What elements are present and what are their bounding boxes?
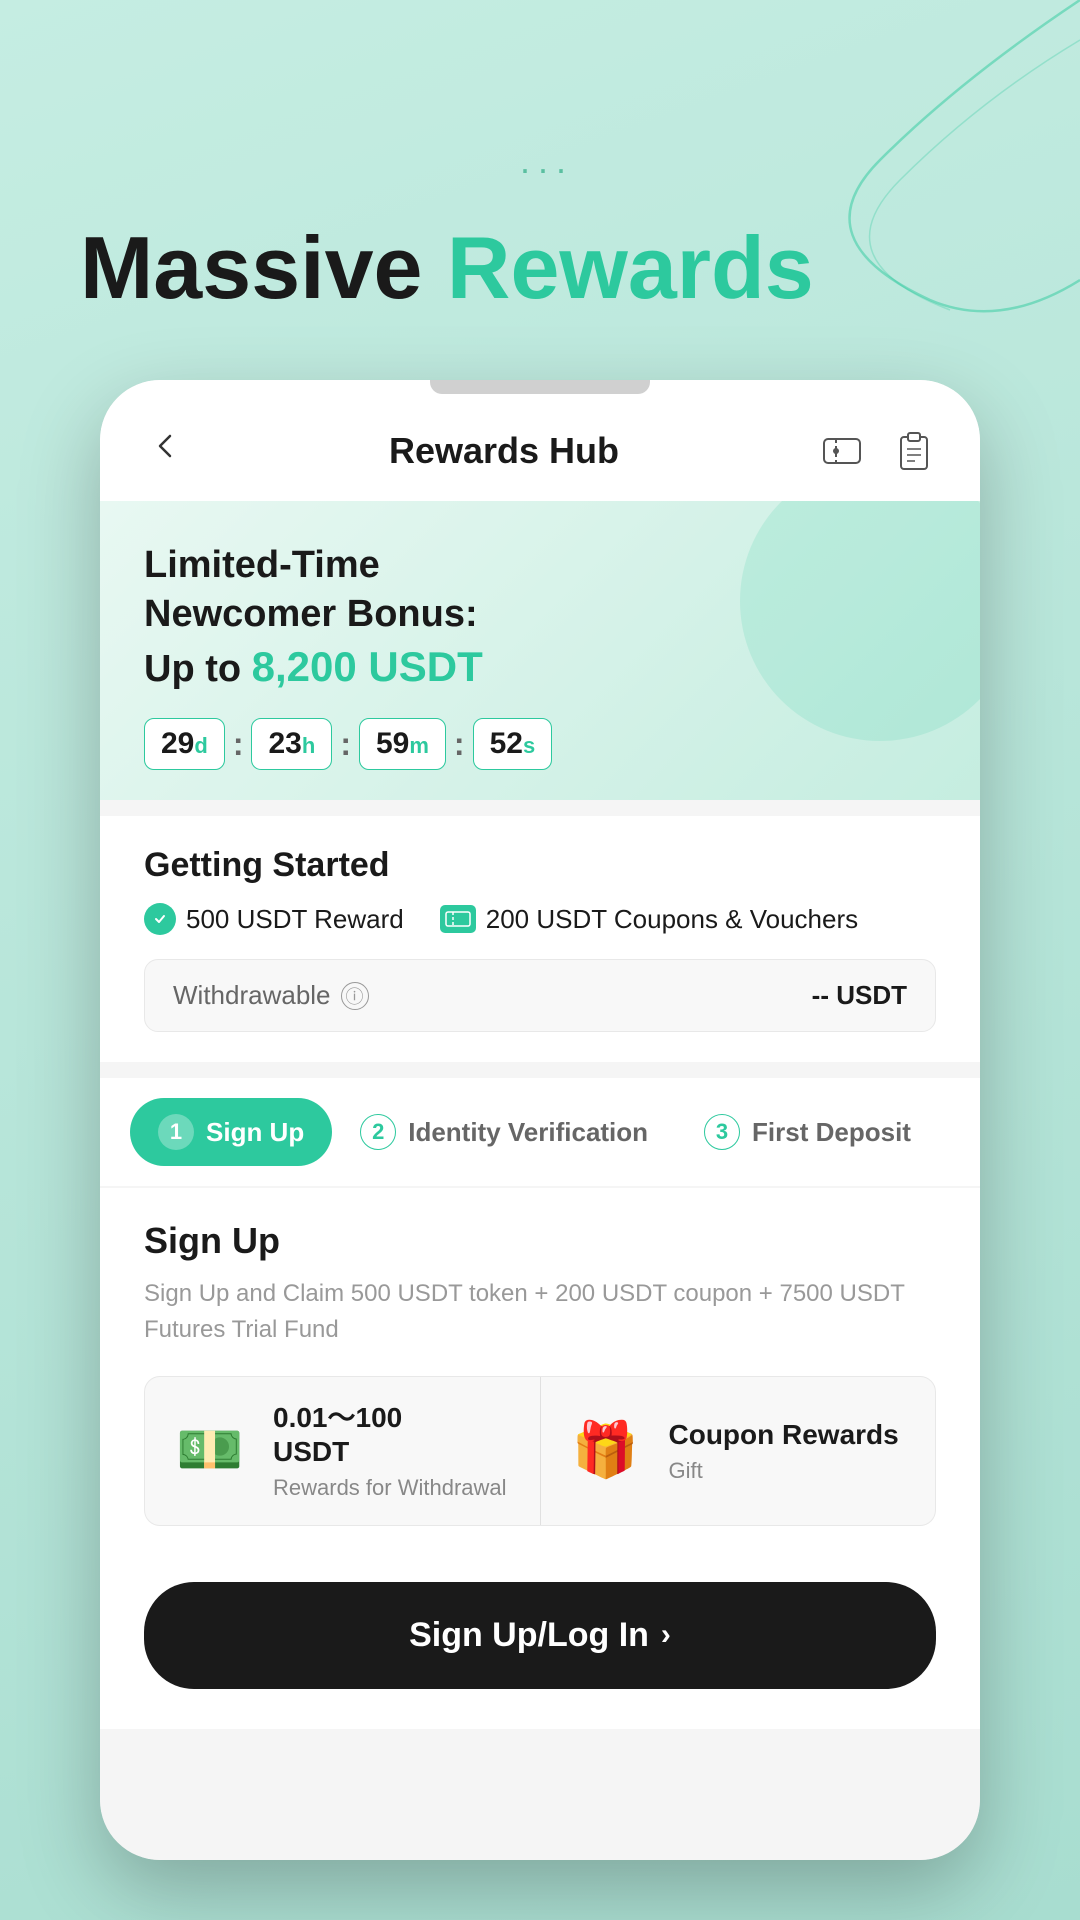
getting-started-section: Getting Started 500 USDT Reward (100, 816, 980, 1062)
countdown-seconds: 52s (473, 718, 553, 770)
banner-section: Limited-Time Newcomer Bonus: Up to 8,200… (100, 501, 980, 800)
headline: Massive Rewards (80, 220, 814, 317)
banner-amount: 8,200 USDT (252, 643, 483, 690)
header-title: Rewards Hub (389, 430, 619, 472)
step-number-3: 3 (704, 1114, 740, 1150)
reward-icon-card (440, 905, 476, 933)
rewards-row: 500 USDT Reward 200 USDT Coupons & Vouch… (144, 903, 936, 935)
banner-line2: Newcomer Bonus: (144, 593, 478, 635)
banner-line3-prefix: Up to (144, 648, 252, 690)
bottom-button-area: Sign Up/Log In › (100, 1558, 980, 1729)
reward-card-1: 💵 0.01～100USDT Rewards for Withdrawal (145, 1377, 541, 1524)
sign-up-login-button[interactable]: Sign Up/Log In › (144, 1582, 936, 1689)
colon1: : (233, 726, 244, 763)
banner-line1: Limited-Time (144, 544, 380, 586)
gift-icon: 🎁 (561, 1416, 651, 1486)
phone-frame: Rewards Hub (100, 380, 980, 1860)
countdown-days: 29d (144, 718, 225, 770)
coupon-icon[interactable] (816, 425, 868, 477)
step-tab-identity[interactable]: 2 Identity Verification (332, 1098, 676, 1166)
reward-card-2-title: Coupon Rewards (669, 1418, 899, 1452)
money-icon: 💵 (165, 1416, 255, 1486)
withdrawable-value: -- USDT (812, 980, 907, 1011)
reward-card-1-info: 0.01～100USDT Rewards for Withdrawal (273, 1401, 507, 1500)
withdrawable-label: Withdrawable ⓘ (173, 980, 369, 1011)
step-tab-deposit[interactable]: 3 First Deposit (676, 1098, 939, 1166)
step-label-2: Identity Verification (408, 1117, 648, 1148)
headline-part2: Rewards (447, 218, 814, 317)
reward-card-2: 🎁 Coupon Rewards Gift (541, 1377, 936, 1524)
reward-item-2: 200 USDT Coupons & Vouchers (440, 904, 858, 935)
info-icon[interactable]: ⓘ (341, 982, 369, 1010)
arrow-icon: › (661, 1618, 671, 1652)
countdown-minutes-box: 59m (359, 718, 446, 770)
step-label-3: First Deposit (752, 1117, 911, 1148)
phone-notch (430, 380, 650, 394)
steps-tabs: 1 Sign Up 2 Identity Verification 3 Firs… (100, 1078, 980, 1186)
countdown-seconds-box: 52s (473, 718, 553, 770)
rewards-cards: 💵 0.01～100USDT Rewards for Withdrawal 🎁 … (144, 1376, 936, 1525)
colon2: : (340, 726, 351, 763)
reward2-label: 200 USDT Coupons & Vouchers (486, 904, 858, 935)
reward-card-2-info: Coupon Rewards Gift (669, 1418, 899, 1484)
step-tab-signup[interactable]: 1 Sign Up (130, 1098, 332, 1166)
reward-card-2-sublabel: Gift (669, 1458, 899, 1484)
countdown-hours: 23h (251, 718, 332, 770)
dots-decoration: ... (520, 140, 574, 182)
signup-content: Sign Up Sign Up and Claim 500 USDT token… (100, 1188, 980, 1557)
signup-title: Sign Up (144, 1220, 936, 1262)
reward-card-1-amount: 0.01～100USDT (273, 1401, 507, 1468)
clipboard-icon[interactable] (888, 425, 940, 477)
countdown-minutes: 59m (359, 718, 446, 770)
reward-icon-green (144, 903, 176, 935)
countdown-days-box: 29d (144, 718, 225, 770)
reward1-label: 500 USDT Reward (186, 904, 404, 935)
colon3: : (454, 726, 465, 763)
headline-part1: Massive (80, 218, 447, 317)
step-number-1: 1 (158, 1114, 194, 1150)
signup-description: Sign Up and Claim 500 USDT token + 200 U… (144, 1276, 936, 1348)
app-header: Rewards Hub (100, 380, 980, 501)
reward-item-1: 500 USDT Reward (144, 903, 404, 935)
back-button[interactable] (140, 420, 192, 481)
reward-card-1-sublabel: Rewards for Withdrawal (273, 1475, 507, 1501)
header-icons (816, 425, 940, 477)
sign-up-btn-label: Sign Up/Log In (409, 1616, 649, 1655)
banner-bg-circle (740, 501, 980, 741)
countdown-hours-box: 23h (251, 718, 332, 770)
withdrawable-row: Withdrawable ⓘ -- USDT (144, 959, 936, 1032)
section-title: Getting Started (144, 846, 936, 885)
step-number-2: 2 (360, 1114, 396, 1150)
phone-screen: Rewards Hub (100, 380, 980, 1860)
withdrawable-text: Withdrawable (173, 980, 331, 1011)
step-label-1: Sign Up (206, 1117, 304, 1148)
